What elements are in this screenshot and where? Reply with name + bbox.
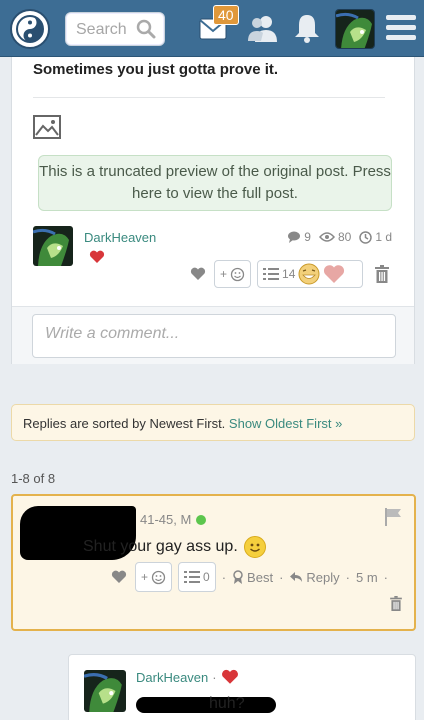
- reply-card-highlighted: 41-45, M Shut your gay ass up. + 0 · Bes…: [11, 494, 416, 631]
- post-card: Sometimes you just gotta prove it. This …: [11, 57, 415, 364]
- divider: [33, 97, 385, 98]
- reply-text: Shut your gay ass up.: [83, 538, 238, 555]
- reactions-count: 14: [282, 267, 296, 281]
- flag-report-icon[interactable]: [384, 508, 402, 531]
- reply-age: 5 m: [356, 569, 378, 585]
- clock-icon: [359, 230, 373, 244]
- reactions-count: 0: [203, 570, 210, 584]
- sort-notice: Replies are sorted by Newest First. Show…: [11, 404, 415, 441]
- list-icon: [263, 268, 280, 280]
- comments-icon: [288, 231, 301, 243]
- best-button[interactable]: Best: [232, 570, 273, 585]
- separator: ·: [212, 669, 217, 685]
- views-eye-icon: [318, 232, 335, 242]
- like-heart-icon[interactable]: [109, 570, 129, 584]
- heart-icon: [89, 250, 105, 269]
- smiley-icon: [230, 267, 245, 281]
- heart-icon: [221, 669, 238, 684]
- sort-notice-text: Replies are sorted by Newest First.: [23, 416, 226, 431]
- truncated-preview-notice[interactable]: This is a truncated preview of the origi…: [38, 155, 392, 211]
- reply-arrow-icon: [290, 572, 303, 582]
- smiley-emoji-icon: [243, 536, 266, 558]
- post-actions: + 14: [188, 260, 395, 288]
- redacted-mention-block: [136, 697, 276, 713]
- replies-count: 1-8 of 8: [11, 471, 56, 486]
- author-name-link[interactable]: DarkHeaven: [136, 670, 208, 685]
- hamburger-menu-icon[interactable]: [386, 14, 416, 47]
- online-status-icon: [196, 514, 207, 525]
- comment-input[interactable]: Write a comment...: [32, 314, 396, 358]
- reply-label: Reply: [306, 569, 340, 585]
- search-icon[interactable]: [136, 19, 156, 44]
- author-age-gender: 41-45, M: [140, 512, 192, 527]
- add-reaction-button[interactable]: +: [214, 260, 252, 288]
- author-name-link[interactable]: DarkHeaven: [84, 230, 156, 245]
- add-reaction-button[interactable]: +: [135, 562, 173, 592]
- separator: ·: [345, 569, 350, 585]
- separator: ·: [279, 569, 284, 585]
- reply-card: DarkHeaven · huh?: [68, 654, 416, 720]
- show-oldest-first-link[interactable]: Show Oldest First »: [229, 416, 342, 431]
- post-title: Sometimes you just gotta prove it.: [33, 61, 279, 78]
- messages-count-badge: 40: [213, 5, 239, 25]
- friends-icon[interactable]: [247, 13, 279, 48]
- views-count: 80: [337, 230, 352, 244]
- reactions-list-button[interactable]: 0: [178, 562, 216, 592]
- laughing-emoji-icon: [298, 263, 320, 285]
- search-box[interactable]: Search: [65, 12, 165, 46]
- add-reaction-label: +: [220, 267, 228, 281]
- reply-author-meta: DarkHeaven ·: [136, 669, 239, 685]
- delete-trash-icon[interactable]: [390, 596, 402, 616]
- reply-text: huh?: [209, 695, 245, 712]
- best-label: Best: [247, 569, 274, 585]
- post-meta: 9 80 1 d: [287, 230, 392, 244]
- smiley-icon: [151, 570, 166, 584]
- comments-count: 9: [304, 230, 311, 244]
- reply-actions: + 0 · Best · Reply · 5 m ·: [109, 562, 388, 592]
- site-logo-icon[interactable]: [10, 9, 50, 49]
- like-heart-icon[interactable]: [188, 267, 208, 281]
- search-input[interactable]: Search: [76, 21, 127, 39]
- notifications-bell-icon[interactable]: [294, 13, 320, 48]
- top-navigation-bar: Search 40: [0, 0, 424, 57]
- ribbon-award-icon: [233, 570, 243, 584]
- post-age: 1 d: [375, 230, 392, 244]
- reply-button[interactable]: Reply: [289, 569, 340, 585]
- author-avatar[interactable]: [84, 670, 126, 712]
- separator: ·: [221, 569, 227, 585]
- author-avatar[interactable]: [33, 226, 73, 266]
- list-icon: [184, 571, 201, 583]
- image-placeholder-icon[interactable]: [33, 115, 61, 144]
- comment-composer: Write a comment...: [12, 306, 414, 364]
- reply-body: Shut your gay ass up.: [83, 536, 266, 558]
- pink-heart-icon: [324, 265, 345, 283]
- separator: ·: [383, 569, 389, 585]
- add-reaction-label: +: [141, 570, 149, 584]
- reactions-list-button[interactable]: 14: [257, 260, 364, 288]
- reply-author-meta: 41-45, M: [140, 512, 207, 527]
- delete-trash-icon[interactable]: [369, 265, 395, 283]
- user-avatar[interactable]: [335, 9, 375, 49]
